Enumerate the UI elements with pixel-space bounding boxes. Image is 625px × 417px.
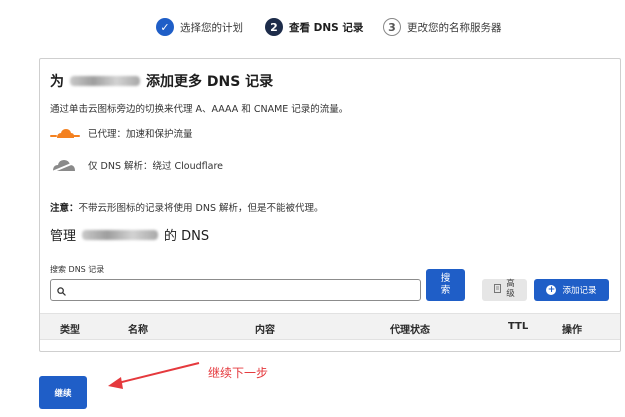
plus-icon: + <box>546 284 557 295</box>
search-input[interactable] <box>70 281 420 299</box>
add-record-button[interactable]: + 添加记录 <box>534 279 609 301</box>
step-review-dns: 2 查看 DNS 记录 <box>265 17 363 37</box>
search-icon <box>57 281 66 300</box>
step-label: 更改您的名称服务器 <box>407 21 502 34</box>
step-number: 3 <box>383 18 401 36</box>
column-header-content[interactable]: 内容 <box>255 321 275 336</box>
search-button[interactable]: 搜索 <box>426 269 465 301</box>
dns-records-card: 为 添加更多 DNS 记录 通过单击云图标旁边的切换来代理 A、AAAA 和 C… <box>39 58 621 352</box>
card-title: 为 添加更多 DNS 记录 <box>50 71 273 91</box>
grey-cloud-icon <box>50 157 80 173</box>
search-button-label-1: 搜 <box>440 273 451 285</box>
orange-cloud-icon <box>50 125 80 141</box>
column-header-ttl[interactable]: TTL <box>508 321 528 332</box>
step-select-plan[interactable]: ✓ 选择您的计划 <box>156 17 243 37</box>
document-icon <box>494 284 502 295</box>
title-suffix: 添加更多 DNS 记录 <box>146 74 274 90</box>
column-header-name[interactable]: 名称 <box>128 321 148 336</box>
advanced-label-2: 级 <box>506 289 515 299</box>
advanced-label-1: 高 <box>506 279 515 290</box>
step-number: 2 <box>265 18 283 36</box>
redacted-domain <box>82 229 159 240</box>
check-icon: ✓ <box>156 18 174 36</box>
step-label: 选择您的计划 <box>180 21 243 34</box>
note-label: 注意： <box>50 203 79 214</box>
note-body: 不带云形图标的记录将使用 DNS 解析，但是不能被代理。 <box>78 203 324 214</box>
search-field[interactable] <box>50 279 421 301</box>
annotation-text: 继续下一步 <box>208 366 269 380</box>
note-text: 注意：不带云形图标的记录将使用 DNS 解析，但是不能被代理。 <box>50 200 324 214</box>
column-header-actions: 操作 <box>562 325 582 336</box>
advanced-button[interactable]: 高级 <box>482 279 527 301</box>
manage-dns-heading: 管理 的 DNS <box>50 225 209 244</box>
add-record-label: 添加记录 <box>562 286 597 296</box>
redacted-domain <box>70 76 140 86</box>
search-button-label-2: 索 <box>440 285 451 296</box>
title-prefix: 为 <box>50 74 64 90</box>
legend-proxied-text: 已代理：加速和保护流量 <box>88 129 193 140</box>
intro-text: 通过单击云图标旁边的切换来代理 A、AAAA 和 CNAME 记录的流量。 <box>50 104 349 115</box>
manage-prefix: 管理 <box>50 229 77 244</box>
column-header-type[interactable]: 类型 <box>60 321 80 336</box>
legend-dns-only-text: 仅 DNS 解析：绕过 Cloudflare <box>88 161 223 172</box>
setup-stepper: ✓ 选择您的计划 2 查看 DNS 记录 3 更改您的名称服务器 <box>0 17 625 37</box>
search-label: 搜索 DNS 记录 <box>50 265 105 274</box>
step-label: 查看 DNS 记录 <box>289 21 364 34</box>
legend-proxied: 已代理：加速和保护流量 <box>50 125 193 141</box>
step-change-nameservers: 3 更改您的名称服务器 <box>383 17 502 37</box>
legend-dns-only: 仅 DNS 解析：绕过 Cloudflare <box>50 157 223 173</box>
continue-button[interactable]: 继续 <box>39 376 87 409</box>
column-header-proxy-status[interactable]: 代理状态 <box>390 321 430 336</box>
dns-table-header: 类型 名称 内容 代理状态 TTL 操作 <box>40 313 620 340</box>
manage-suffix: 的 DNS <box>164 229 210 244</box>
